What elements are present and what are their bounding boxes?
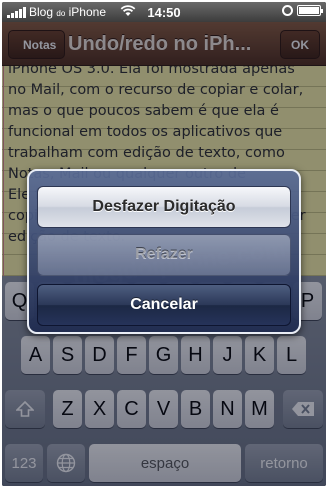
redo-button: Refazer bbox=[37, 234, 291, 276]
status-bar: Blog do iPhone 14:50 bbox=[2, 2, 326, 22]
phone-screen: Blog do iPhone 14:50 Notas Undo/redo no … bbox=[2, 2, 326, 486]
battery-icon bbox=[297, 5, 323, 16]
undo-typing-button[interactable]: Desfazer Digitação bbox=[37, 186, 291, 228]
status-right bbox=[282, 5, 323, 16]
cancel-button[interactable]: Cancelar bbox=[37, 284, 291, 326]
status-time: 14:50 bbox=[147, 5, 181, 20]
undo-action-sheet: Desfazer Digitação Refazer Cancelar bbox=[27, 169, 301, 334]
orientation-lock-icon bbox=[282, 5, 293, 16]
